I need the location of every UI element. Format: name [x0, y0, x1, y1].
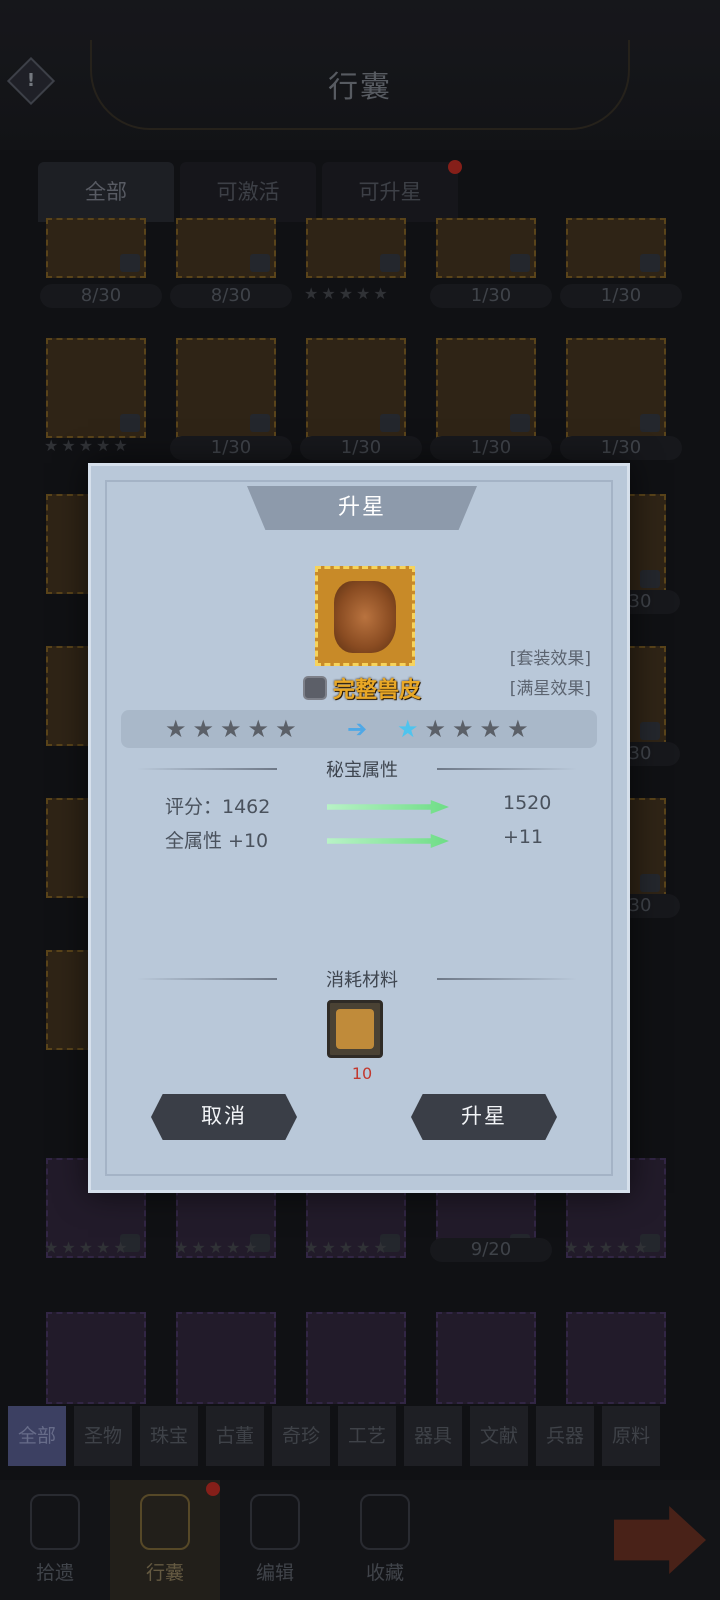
stat-label: 评分：1462: [165, 796, 271, 818]
next-stars: ★★★★★: [397, 715, 535, 743]
arrow-right-icon: ➔: [347, 715, 368, 743]
star-progress-bar: ★★★★★ ➔ ★★★★★: [121, 710, 597, 748]
item-slot-selected: [315, 566, 415, 666]
stat-new-value: 1520: [503, 792, 552, 814]
material-quantity: 10: [351, 1064, 373, 1083]
quality-gem-icon: [302, 676, 327, 700]
item-name: 完整兽皮: [332, 678, 421, 703]
current-stars: ★★★★★: [165, 715, 303, 743]
upgrade-arrow-icon: [327, 800, 449, 814]
stat-row-score: 评分：1462 1520: [165, 792, 565, 822]
beast-hide-icon: [334, 581, 396, 653]
upgrade-arrow-icon: [327, 834, 449, 848]
stat-label: 全属性 +10: [165, 830, 269, 852]
set-effect-link[interactable]: 套装效果: [510, 644, 591, 669]
upgrade-star-dialog: 升星 套装效果 满星效果 完整兽皮 ★★★★★ ➔ ★★★★★ 秘宝属性 评分：…: [88, 463, 630, 1193]
divider: [437, 978, 577, 980]
divider: [437, 768, 577, 770]
dialog-title: 升星: [337, 495, 386, 520]
cancel-button[interactable]: 取消: [151, 1094, 297, 1140]
stat-row-all-attributes: 全属性 +10 +11: [165, 826, 565, 856]
puzzle-piece-icon: [336, 1009, 374, 1049]
item-name-row: 完整兽皮: [91, 672, 633, 704]
upgrade-star-button[interactable]: 升星: [411, 1094, 557, 1140]
material-slot[interactable]: [327, 1000, 383, 1058]
stat-new-value: +11: [503, 826, 544, 848]
